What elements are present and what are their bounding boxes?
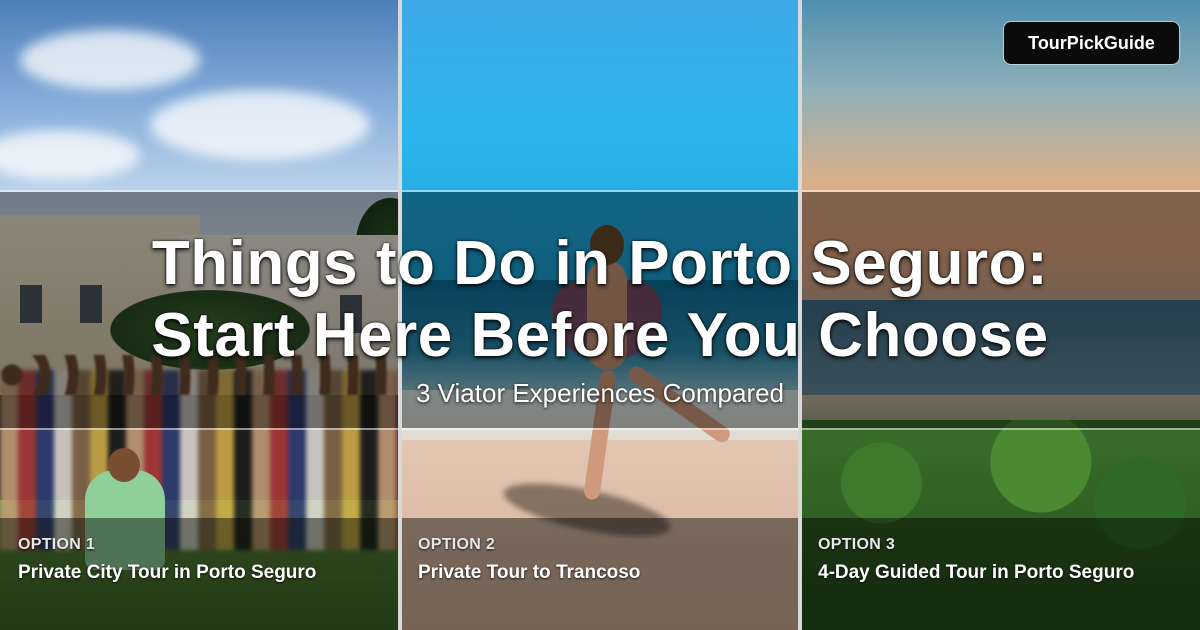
brand-badge[interactable]: TourPickGuide [1004, 22, 1179, 64]
cloud [150, 90, 370, 160]
option-label: OPTION 1 [18, 536, 96, 553]
option-card-3[interactable]: OPTION 3 4-Day Guided Tour in Porto Segu… [800, 518, 1200, 630]
title-line-1: Things to Do in Porto Seguro: [151, 229, 1049, 298]
option-card-2[interactable]: OPTION 2 Private Tour to Trancoso [400, 518, 798, 630]
title-line-2: Start Here Before You Choose [151, 301, 1049, 370]
tour-guide-head [108, 448, 140, 482]
subtitle: 3 Viator Experiences Compared [415, 378, 785, 408]
cloud [20, 30, 200, 90]
option-card-1[interactable]: OPTION 1 Private City Tour in Porto Segu… [0, 518, 398, 630]
grid-divider [0, 428, 1200, 430]
grid-divider [0, 190, 1200, 192]
option-label: OPTION 3 [818, 536, 896, 553]
option-title: Private City Tour in Porto Seguro [18, 562, 317, 583]
option-title: 4-Day Guided Tour in Porto Seguro [818, 562, 1135, 583]
page-title: Things to Do in Porto Seguro: Start Here… [0, 228, 1200, 372]
option-title: Private Tour to Trancoso [418, 562, 641, 583]
option-label: OPTION 2 [418, 536, 496, 553]
